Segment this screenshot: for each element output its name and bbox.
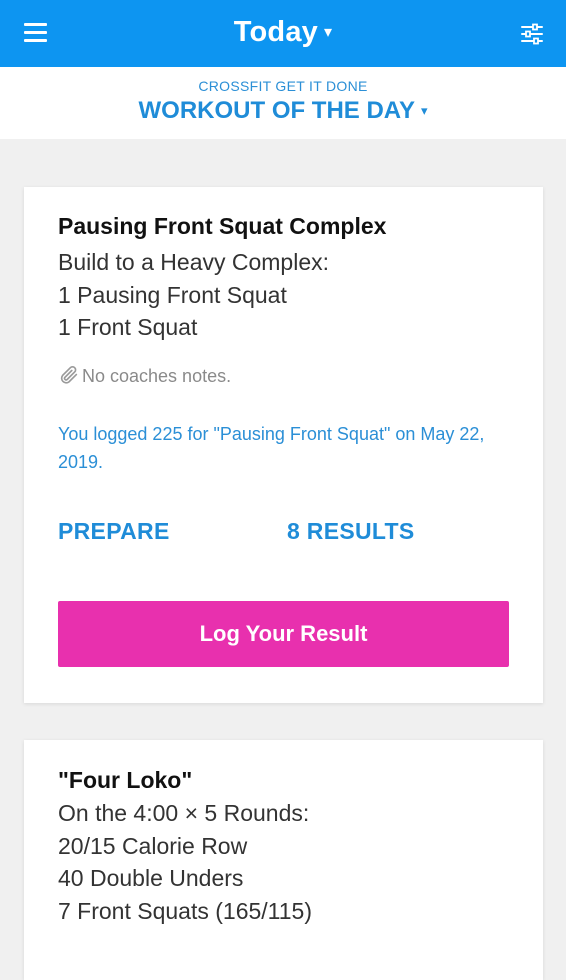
page-title: Today bbox=[233, 16, 318, 48]
program-header: CROSSFIT GET IT DONE WORKOUT OF THE DAY ▾ bbox=[0, 67, 566, 139]
date-selector[interactable]: Today ▾ bbox=[0, 16, 566, 49]
prepare-link[interactable]: PREPARE bbox=[58, 518, 170, 545]
workout-line: 7 Front Squats (165/115) bbox=[58, 897, 312, 924]
workout-line: 40 Double Unders bbox=[58, 865, 244, 891]
log-result-button[interactable]: Log Your Result bbox=[58, 601, 509, 667]
chevron-down-icon: ▾ bbox=[324, 24, 333, 41]
track-name: WORKOUT OF THE DAY bbox=[138, 97, 415, 124]
logged-result-text[interactable]: You logged 225 for "Pausing Front Squat"… bbox=[58, 420, 498, 476]
workout-line: 1 Pausing Front Squat bbox=[58, 281, 287, 308]
workout-line: 1 Front Squat bbox=[58, 314, 198, 340]
sliders-filter-icon[interactable] bbox=[520, 22, 544, 46]
workout-title: Pausing Front Squat Complex bbox=[58, 213, 387, 239]
coach-notes: No coaches notes. bbox=[58, 364, 231, 387]
chevron-down-icon: ▾ bbox=[420, 103, 428, 118]
track-selector[interactable]: WORKOUT OF THE DAY ▾ bbox=[0, 97, 566, 125]
results-link[interactable]: 8 RESULTS bbox=[287, 518, 415, 545]
workout-description: Build to a Heavy Complex: 1 Pausing Fron… bbox=[58, 246, 329, 344]
workout-line: Build to a Heavy Complex: bbox=[58, 249, 330, 275]
coach-notes-text: No coaches notes. bbox=[82, 366, 232, 386]
workout-line: On the 4:00 × 5 Rounds: bbox=[58, 800, 310, 826]
gym-name: CROSSFIT GET IT DONE bbox=[198, 78, 368, 94]
top-app-bar: Today ▾ bbox=[0, 0, 566, 67]
workout-card: Pausing Front Squat Complex Build to a H… bbox=[24, 187, 543, 703]
workout-line: 20/15 Calorie Row bbox=[58, 832, 248, 859]
paperclip-icon bbox=[60, 365, 78, 384]
workout-description: On the 4:00 × 5 Rounds: 20/15 Calorie Ro… bbox=[58, 797, 312, 927]
workout-card: "Four Loko" On the 4:00 × 5 Rounds: 20/1… bbox=[24, 740, 543, 980]
workout-title: "Four Loko" bbox=[58, 767, 193, 793]
